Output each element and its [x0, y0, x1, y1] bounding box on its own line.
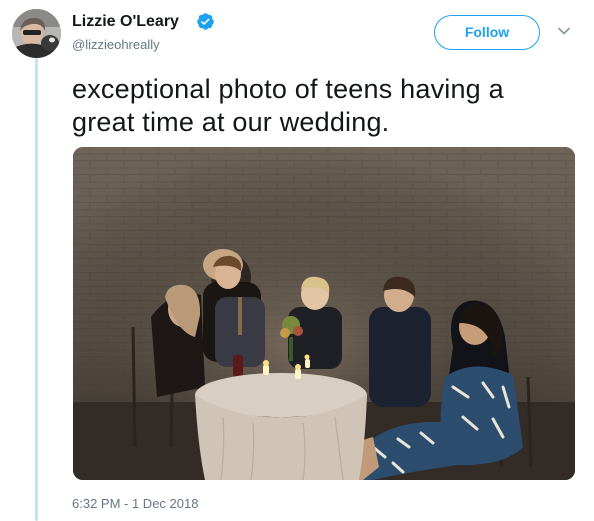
thread-line: [35, 58, 38, 521]
display-name[interactable]: Lizzie O'Leary: [72, 12, 179, 32]
handle[interactable]: @lizzieohreally: [72, 37, 160, 53]
avatar[interactable]: [12, 9, 61, 58]
chevron-down-icon[interactable]: [557, 26, 571, 36]
verified-badge-icon: [197, 13, 214, 30]
tweet-photo[interactable]: [73, 147, 575, 480]
tweet-text: exceptional photo of teens having a grea…: [72, 74, 504, 137]
follow-button[interactable]: Follow: [434, 15, 540, 50]
timestamp[interactable]: 6:32 PM - 1 Dec 2018: [72, 496, 198, 512]
